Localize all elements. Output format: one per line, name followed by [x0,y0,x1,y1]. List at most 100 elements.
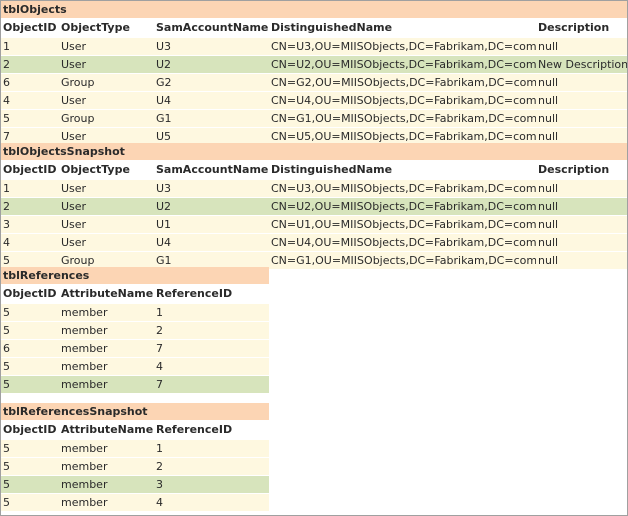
table-cell: 2 [3,200,10,213]
table-cell: 1 [3,40,10,53]
table-cell: User [61,236,87,249]
table-cell: CN=U3,OU=MIISObjects,DC=Fabrikam,DC=com [271,182,536,195]
table-tblobjectssnapshot: tblObjectsSnapshot ObjectID ObjectType S… [1,143,627,269]
table-cell: null [538,254,559,267]
table-cell: 5 [3,112,10,125]
column-header-referenceid: ReferenceID [156,287,233,300]
table-cell: member [61,442,108,455]
column-header-distinguishedname: DistinguishedName [271,21,393,34]
table-cell: member [61,496,108,509]
table-cell: null [538,236,559,249]
table-cell: U2 [156,58,172,71]
table-cell: 5 [3,378,10,391]
column-header-attributename: AttributeName [61,287,154,300]
table-row: 3 User U1 CN=U1,OU=MIISObjects,DC=Fabrikam,… [1,215,627,233]
table-cell: CN=U3,OU=MIISObjects,DC=Fabrikam,DC=com [271,40,536,53]
table-cell: 4 [156,496,163,509]
table-cell: U1 [156,218,172,231]
table-cell: CN=G2,OU=MIISObjects,DC=Fabrikam,DC=com [271,76,536,89]
tables-canvas: tblObjects ObjectID ObjectType SamAccoun… [0,0,628,516]
column-header-samaccountname: SamAccountName [156,21,269,34]
table-cell: null [538,94,559,107]
table-row: 2 User U2 CN=U2,OU=MIISObjects,DC=Fabrikam,… [1,55,627,73]
table-cell: New Description [538,58,627,71]
table-cell: CN=U4,OU=MIISObjects,DC=Fabrikam,DC=com [271,94,536,107]
table-row: 6 Group G2 CN=G2,OU=MIISObjects,DC=Fabrikam… [1,73,627,91]
table-cell: U3 [156,40,172,53]
table-cell: 5 [3,306,10,319]
table-cell: 6 [3,76,10,89]
table-cell: member [61,306,108,319]
table-cell: 2 [156,324,163,337]
table-row: 5 member 4 [1,493,269,511]
table-cell: member [61,378,108,391]
table-cell: CN=U4,OU=MIISObjects,DC=Fabrikam,DC=com [271,236,536,249]
table-cell: 1 [156,306,163,319]
table-title: tblReferences [1,267,269,284]
table-cell: member [61,360,108,373]
table-row: 1 User U3 CN=U3,OU=MIISObjects,DC=Fabrikam,… [1,179,627,197]
table-cell: G2 [156,76,172,89]
table-rows: 5 member 1 5 member 2 6 member 7 5 member 4 5 member 7 [1,303,269,393]
table-cell: 2 [3,58,10,71]
table-row: 5 Group G1 CN=G1,OU=MIISObjects,DC=Fabrikam… [1,109,627,127]
table-row: 5 member 2 [1,457,269,475]
table-cell: Group [61,112,95,125]
column-header-description: Description [538,21,610,34]
table-row: 5 member 7 [1,375,269,393]
table-tblobjects: tblObjects ObjectID ObjectType SamAccoun… [1,1,627,145]
table-row: 1 User U3 CN=U3,OU=MIISObjects,DC=Fabrikam,… [1,37,627,55]
column-header-description: Description [538,163,610,176]
table-row: 4 User U4 CN=U4,OU=MIISObjects,DC=Fabrikam,… [1,233,627,251]
table-rows: 1 User U3 CN=U3,OU=MIISObjects,DC=Fabrikam,… [1,179,627,269]
table-cell: CN=U2,OU=MIISObjects,DC=Fabrikam,DC=com [271,200,536,213]
table-cell: member [61,460,108,473]
table-cell: 3 [3,218,10,231]
table-cell: member [61,478,108,491]
column-header-objectid: ObjectID [3,287,57,300]
table-tblreferencessnapshot: tblReferencesSnapshot ObjectID Attribute… [1,403,269,511]
table-row: 4 User U4 CN=U4,OU=MIISObjects,DC=Fabrikam,… [1,91,627,109]
table-cell: User [61,58,87,71]
table-cell: CN=U2,OU=MIISObjects,DC=Fabrikam,DC=com [271,58,536,71]
table-header: ObjectID AttributeName ReferenceID [1,420,269,439]
table-cell: CN=G1,OU=MIISObjects,DC=Fabrikam,DC=com [271,254,536,267]
table-row: 5 member 1 [1,303,269,321]
table-cell: 7 [156,342,163,355]
table-row: 5 member 1 [1,439,269,457]
column-header-samaccountname: SamAccountName [156,163,269,176]
table-header: ObjectID ObjectType SamAccountName Disti… [1,160,627,179]
table-row: 2 User U2 CN=U2,OU=MIISObjects,DC=Fabrikam,… [1,197,627,215]
table-row: 5 member 2 [1,321,269,339]
table-rows: 1 User U3 CN=U3,OU=MIISObjects,DC=Fabrikam,… [1,37,627,145]
table-cell: User [61,40,87,53]
table-cell: null [538,182,559,195]
table-cell: 3 [156,478,163,491]
table-cell: null [538,218,559,231]
table-cell: member [61,324,108,337]
column-header-objectid: ObjectID [3,423,57,436]
table-cell: 4 [156,360,163,373]
table-cell: 4 [3,94,10,107]
table-cell: 5 [3,442,10,455]
table-cell: U2 [156,200,172,213]
table-cell: User [61,94,87,107]
table-row: 5 member 4 [1,357,269,375]
table-header: ObjectID ObjectType SamAccountName Disti… [1,18,627,37]
column-header-objecttype: ObjectType [61,21,130,34]
column-header-objecttype: ObjectType [61,163,130,176]
table-title: tblObjects [1,1,627,18]
table-cell: Group [61,76,95,89]
table-cell: G1 [156,112,172,125]
table-cell: CN=U1,OU=MIISObjects,DC=Fabrikam,DC=com [271,218,536,231]
column-header-objectid: ObjectID [3,163,57,176]
table-cell: 2 [156,460,163,473]
table-cell: 5 [3,460,10,473]
table-row: 5 member 3 [1,475,269,493]
table-cell: null [538,40,559,53]
table-cell: member [61,342,108,355]
table-cell: 5 [3,324,10,337]
table-cell: CN=G1,OU=MIISObjects,DC=Fabrikam,DC=com [271,112,536,125]
table-cell: 5 [3,360,10,373]
table-cell: U4 [156,94,172,107]
